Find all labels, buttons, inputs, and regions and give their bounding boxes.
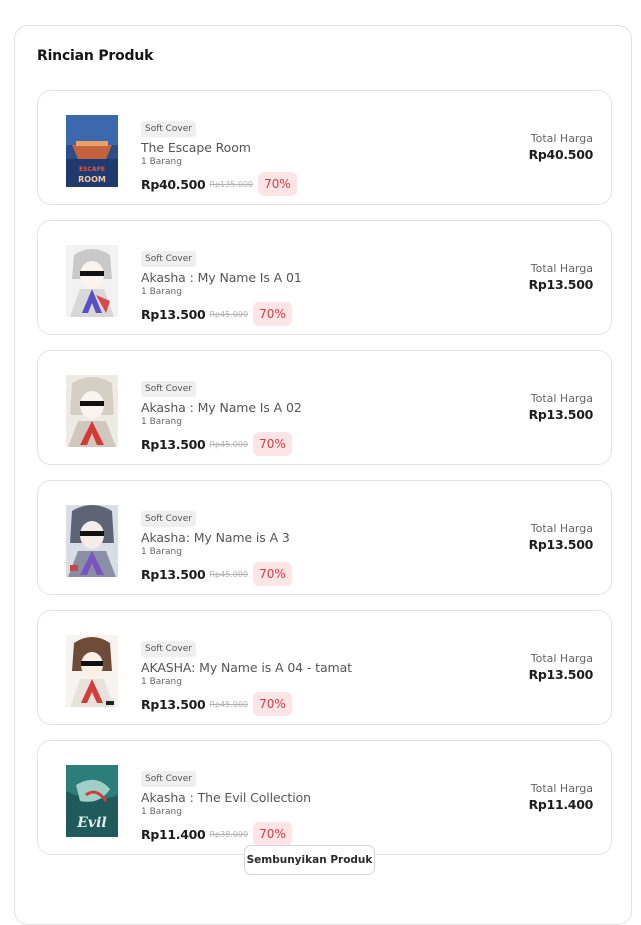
total-price-label: Total Harga <box>530 782 593 795</box>
total-price-value: Rp13.500 <box>528 277 594 292</box>
product-title[interactable]: Akasha : My Name Is A 01 <box>141 270 302 286</box>
book-cover-image: Evil <box>66 765 118 837</box>
product-price: Rp13.500 <box>141 696 206 712</box>
book-cover-image <box>66 375 118 447</box>
product-quantity: 1 Barang <box>141 547 182 557</box>
cover-type-badge: Soft Cover <box>141 251 196 267</box>
product-title[interactable]: Akasha : The Evil Collection <box>141 790 311 806</box>
total-price-label: Total Harga <box>530 652 593 665</box>
product-title[interactable]: The Escape Room <box>141 140 297 156</box>
discount-badge: 70% <box>253 562 292 586</box>
hide-products-button[interactable]: Sembunyikan Produk <box>244 845 375 875</box>
section-title: Rincian Produk <box>37 48 154 64</box>
product-card[interactable]: Soft Cover AKASHA: My Name is A 04 - tam… <box>37 610 612 725</box>
product-title[interactable]: AKASHA: My Name is A 04 - tamat <box>141 660 352 676</box>
product-card[interactable]: ESCAPE ROOM Soft Cover The Escape Room 1… <box>37 90 612 205</box>
original-price: Rp38.000 <box>209 829 249 839</box>
product-card[interactable]: Soft Cover Akasha: My Name is A 3 1 Bara… <box>37 480 612 595</box>
discount-badge: 70% <box>253 822 292 846</box>
product-card[interactable]: Soft Cover Akasha : My Name Is A 02 1 Ba… <box>37 350 612 465</box>
cover-type-badge: Soft Cover <box>141 641 196 657</box>
total-price-label: Total Harga <box>530 522 593 535</box>
original-price: Rp135.000 <box>209 179 254 189</box>
product-title[interactable]: Akasha : My Name Is A 02 <box>141 400 302 416</box>
cover-type-badge: Soft Cover <box>141 121 196 137</box>
total-price-value: Rp13.500 <box>528 407 594 422</box>
product-quantity: 1 Barang <box>141 417 182 427</box>
product-price: Rp13.500 <box>141 436 206 452</box>
total-price-label: Total Harga <box>530 392 593 405</box>
original-price: Rp45.000 <box>209 309 249 319</box>
product-quantity: 1 Barang <box>141 807 182 817</box>
original-price: Rp45.000 <box>209 569 249 579</box>
book-cover-image <box>66 635 118 707</box>
product-quantity: 1 Barang <box>141 287 182 297</box>
product-card[interactable]: Evil Soft Cover Akasha : The Evil Collec… <box>37 740 612 855</box>
discount-badge: 70% <box>258 172 297 196</box>
book-cover-image <box>66 505 118 577</box>
cover-type-badge: Soft Cover <box>141 381 196 397</box>
product-price: Rp13.500 <box>141 306 206 322</box>
cover-type-badge: Soft Cover <box>141 511 196 527</box>
product-quantity: 1 Barang <box>141 157 182 167</box>
total-price-value: Rp13.500 <box>528 537 594 552</box>
original-price: Rp45.000 <box>209 439 249 449</box>
product-details-panel: Rincian Produk ESCAPE ROOM Soft Cover Th… <box>14 25 632 925</box>
total-price-value: Rp13.500 <box>528 667 594 682</box>
product-price: Rp40.500 <box>141 176 206 192</box>
discount-badge: 70% <box>253 432 292 456</box>
svg-text:ROOM: ROOM <box>78 175 106 184</box>
book-cover-image: ESCAPE ROOM <box>66 115 118 187</box>
svg-text:ESCAPE: ESCAPE <box>79 166 105 173</box>
product-price: Rp13.500 <box>141 566 206 582</box>
svg-text:Evil: Evil <box>76 815 106 831</box>
product-title[interactable]: Akasha: My Name is A 3 <box>141 530 292 546</box>
cover-type-badge: Soft Cover <box>141 771 196 787</box>
discount-badge: 70% <box>253 692 292 716</box>
total-price-label: Total Harga <box>530 132 593 145</box>
total-price-value: Rp40.500 <box>528 147 594 162</box>
book-cover-image <box>66 245 118 317</box>
discount-badge: 70% <box>253 302 292 326</box>
original-price: Rp45.000 <box>209 699 249 709</box>
total-price-label: Total Harga <box>530 262 593 275</box>
product-card[interactable]: Soft Cover Akasha : My Name Is A 01 1 Ba… <box>37 220 612 335</box>
product-price: Rp11.400 <box>141 826 206 842</box>
product-quantity: 1 Barang <box>141 677 182 687</box>
total-price-value: Rp11.400 <box>528 797 594 812</box>
